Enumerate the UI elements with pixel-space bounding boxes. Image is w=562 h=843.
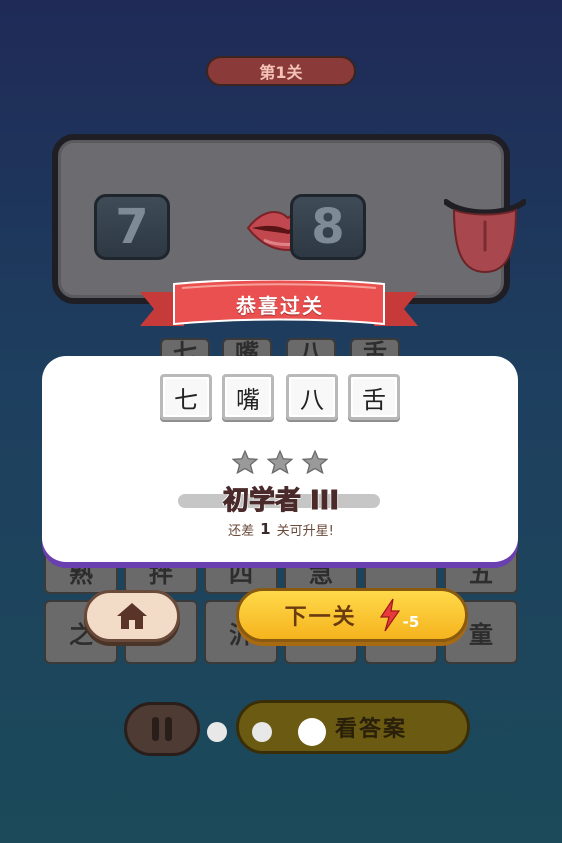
star-icon bbox=[302, 450, 328, 474]
hint-prefix: 还差 bbox=[228, 523, 255, 539]
level-indicator: 第1关 bbox=[206, 56, 356, 86]
home-icon bbox=[117, 603, 147, 629]
page-dot[interactable] bbox=[252, 722, 272, 742]
answer-tile: 嘴 bbox=[222, 374, 274, 420]
hint-count: 1 bbox=[260, 520, 271, 538]
puzzle-tile-seven: 7 bbox=[94, 194, 170, 260]
upgrade-hint: 还差 1 关可升星! bbox=[150, 518, 412, 540]
next-level-button[interactable]: 下一关 -5 bbox=[236, 588, 468, 642]
page-dot-active[interactable] bbox=[298, 718, 326, 746]
tongue-icon bbox=[444, 199, 526, 274]
page-dot[interactable] bbox=[207, 722, 227, 742]
hint-suffix: 关可升星! bbox=[276, 523, 334, 539]
level-label: 第1关 bbox=[259, 63, 303, 82]
star-icon bbox=[267, 450, 293, 474]
pause-icon bbox=[152, 717, 172, 741]
star-icon bbox=[232, 450, 258, 474]
puzzle-tile-eight: 8 bbox=[290, 194, 366, 260]
puzzle-board: 7 8 bbox=[52, 134, 526, 304]
home-button[interactable] bbox=[84, 590, 180, 642]
lightning-icon bbox=[379, 598, 400, 632]
answer-tile: 七 bbox=[160, 374, 212, 420]
answer-tile: 舌 bbox=[348, 374, 400, 420]
view-answer-label: 看答案 bbox=[334, 717, 407, 742]
next-level-label: 下一关 bbox=[284, 605, 357, 630]
pause-button[interactable] bbox=[124, 702, 200, 756]
answer-tile: 八 bbox=[286, 374, 338, 420]
rank-title: 初学者 III bbox=[222, 485, 340, 516]
energy-cost: -5 bbox=[402, 613, 420, 631]
success-banner-text: 恭喜过关 bbox=[236, 293, 324, 318]
